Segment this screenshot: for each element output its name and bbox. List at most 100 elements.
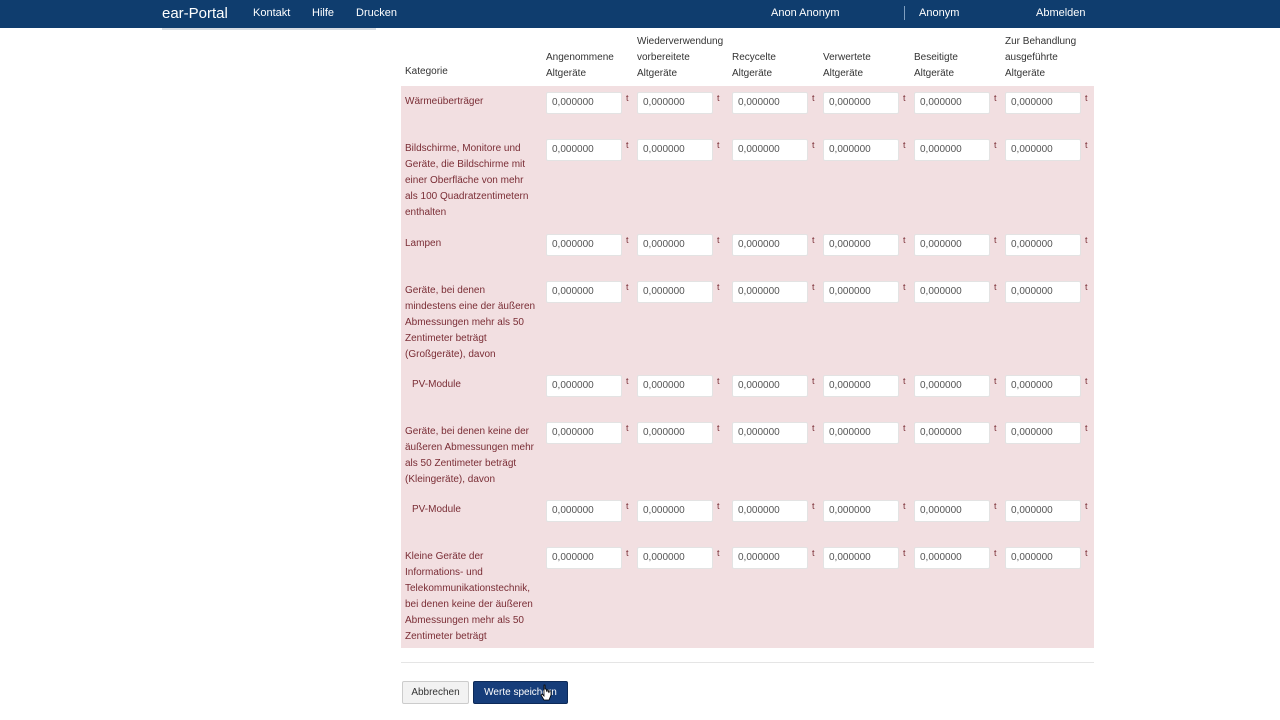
unit-label: t — [994, 376, 997, 386]
quantity-input[interactable]: 0,000000 — [546, 500, 622, 522]
quantity-input[interactable]: 0,000000 — [914, 375, 990, 397]
quantity-input[interactable]: 0,000000 — [732, 139, 808, 161]
category-label: Zentimeter beträgt — [405, 333, 487, 344]
unit-label: t — [994, 423, 997, 433]
unit-label: t — [903, 282, 906, 292]
unit-label: t — [903, 376, 906, 386]
unit-label: t — [717, 282, 720, 292]
quantity-input[interactable]: 0,000000 — [823, 92, 899, 114]
unit-label: t — [717, 423, 720, 433]
quantity-input[interactable]: 0,000000 — [823, 139, 899, 161]
category-label: Zentimeter beträgt — [405, 631, 487, 642]
quantity-input[interactable]: 0,000000 — [732, 92, 808, 114]
unit-label: t — [994, 140, 997, 150]
category-label: Geräte, bei denen keine der — [405, 426, 529, 437]
quantity-input[interactable]: 0,000000 — [823, 422, 899, 444]
column-header-6: Altgeräte — [1005, 68, 1046, 79]
quantity-input[interactable]: 0,000000 — [637, 139, 713, 161]
column-header-4: Verwertete — [823, 52, 871, 63]
column-header-6: ausgeführte — [1005, 52, 1058, 63]
unit-label: t — [626, 548, 629, 558]
unit-label: t — [812, 282, 815, 292]
quantity-input[interactable]: 0,000000 — [546, 234, 622, 256]
quantity-input[interactable]: 0,000000 — [823, 375, 899, 397]
column-header-6: Zur Behandlung — [1005, 36, 1077, 47]
quantity-input[interactable]: 0,000000 — [546, 139, 622, 161]
category-label: äußeren Abmessungen mehr — [405, 442, 534, 453]
quantity-input[interactable]: 0,000000 — [637, 375, 713, 397]
quantity-input[interactable]: 0,000000 — [637, 547, 713, 569]
category-label: als 100 Quadratzentimetern — [405, 191, 529, 202]
quantity-input[interactable]: 0,000000 — [1005, 234, 1081, 256]
quantity-input[interactable]: 0,000000 — [546, 92, 622, 114]
category-label: (Kleingeräte), davon — [405, 474, 496, 485]
unit-label: t — [812, 501, 815, 511]
user-name-link[interactable]: Anon Anonym — [771, 7, 840, 19]
quantity-input[interactable]: 0,000000 — [637, 281, 713, 303]
brand-logo[interactable]: ear-Portal — [162, 5, 228, 22]
quantity-input[interactable]: 0,000000 — [732, 281, 808, 303]
unit-label: t — [626, 282, 629, 292]
quantity-input[interactable]: 0,000000 — [914, 422, 990, 444]
quantity-input[interactable]: 0,000000 — [1005, 92, 1081, 114]
quantity-input[interactable]: 0,000000 — [732, 547, 808, 569]
quantity-input[interactable]: 0,000000 — [546, 422, 622, 444]
nav-link-hilfe[interactable]: Hilfe — [312, 7, 334, 19]
account-link[interactable]: Anonym — [919, 7, 959, 19]
quantity-input[interactable]: 0,000000 — [637, 422, 713, 444]
column-header-3: Recycelte — [732, 52, 776, 63]
quantity-input[interactable]: 0,000000 — [637, 92, 713, 114]
quantity-input[interactable]: 0,000000 — [823, 234, 899, 256]
quantity-input[interactable]: 0,000000 — [546, 281, 622, 303]
quantity-input[interactable]: 0,000000 — [546, 547, 622, 569]
unit-label: t — [903, 501, 906, 511]
category-label: als 50 Zentimeter beträgt — [405, 458, 517, 469]
quantity-input[interactable]: 0,000000 — [914, 281, 990, 303]
quantity-input[interactable]: 0,000000 — [1005, 139, 1081, 161]
quantity-input[interactable]: 0,000000 — [637, 234, 713, 256]
quantity-input[interactable]: 0,000000 — [1005, 547, 1081, 569]
category-label: (Großgeräte), davon — [405, 349, 496, 360]
quantity-input[interactable]: 0,000000 — [823, 500, 899, 522]
quantity-input[interactable]: 0,000000 — [914, 234, 990, 256]
quantity-input[interactable]: 0,000000 — [546, 375, 622, 397]
unit-label: t — [1085, 423, 1088, 433]
column-header-1: Altgeräte — [546, 68, 587, 79]
quantity-input[interactable]: 0,000000 — [1005, 500, 1081, 522]
unit-label: t — [903, 235, 906, 245]
quantity-input[interactable]: 0,000000 — [732, 500, 808, 522]
quantity-input[interactable]: 0,000000 — [732, 234, 808, 256]
quantity-input[interactable]: 0,000000 — [914, 92, 990, 114]
quantity-input[interactable]: 0,000000 — [1005, 422, 1081, 444]
column-header-2: Altgeräte — [637, 68, 678, 79]
nav-link-drucken[interactable]: Drucken — [356, 7, 397, 19]
logout-link[interactable]: Abmelden — [1036, 7, 1086, 19]
cancel-button[interactable]: Abbrechen — [402, 681, 469, 704]
quantity-input[interactable]: 0,000000 — [823, 281, 899, 303]
quantity-input[interactable]: 0,000000 — [637, 500, 713, 522]
quantity-input[interactable]: 0,000000 — [914, 547, 990, 569]
unit-label: t — [812, 93, 815, 103]
save-values-button[interactable]: Werte speichern — [473, 681, 568, 704]
quantity-input[interactable]: 0,000000 — [914, 500, 990, 522]
column-header-2: Wiederverwendung — [637, 36, 724, 47]
quantity-input[interactable]: 0,000000 — [823, 547, 899, 569]
quantity-input[interactable]: 0,000000 — [914, 139, 990, 161]
unit-label: t — [717, 235, 720, 245]
unit-label: t — [1085, 235, 1088, 245]
nav-link-kontakt[interactable]: Kontakt — [253, 7, 290, 19]
category-header: Kategorie — [405, 66, 448, 77]
unit-label: t — [626, 140, 629, 150]
unit-label: t — [903, 423, 906, 433]
quantity-input[interactable]: 0,000000 — [732, 422, 808, 444]
unit-label: t — [1085, 548, 1088, 558]
unit-label: t — [1085, 93, 1088, 103]
quantity-input[interactable]: 0,000000 — [1005, 281, 1081, 303]
unit-label: t — [812, 376, 815, 386]
unit-label: t — [812, 235, 815, 245]
sidebar-top-divider — [162, 28, 376, 30]
quantity-input[interactable]: 0,000000 — [732, 375, 808, 397]
category-label: PV-Module — [412, 504, 461, 515]
quantity-input[interactable]: 0,000000 — [1005, 375, 1081, 397]
unit-label: t — [626, 376, 629, 386]
